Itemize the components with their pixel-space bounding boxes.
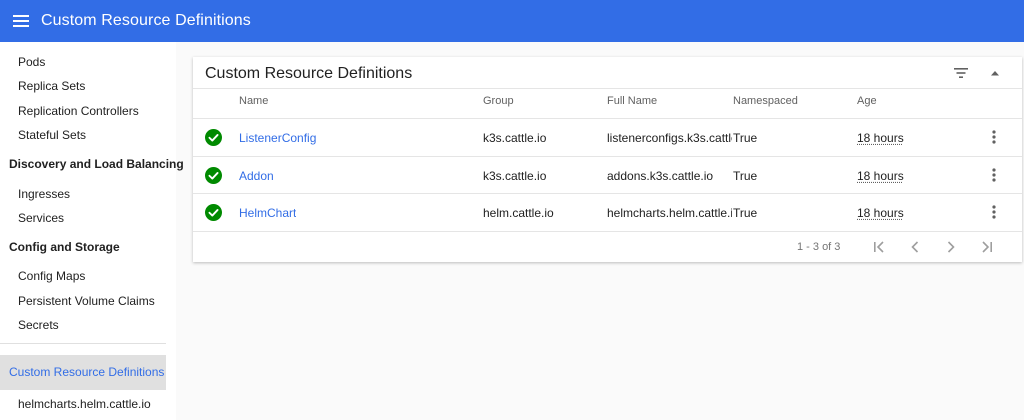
column-header-age[interactable]: Age — [857, 95, 877, 107]
row-menu-button[interactable] — [984, 201, 1004, 223]
card-title: Custom Resource Definitions — [205, 65, 413, 82]
crd-group: k3s.cattle.io — [483, 131, 547, 145]
crd-full-name: listenerconfigs.k3s.cattle.io — [607, 131, 732, 145]
crd-name-link[interactable]: Addon — [239, 169, 274, 183]
column-header-full-name: Full Name — [607, 95, 658, 107]
collapse-button[interactable] — [981, 61, 1009, 85]
row-menu-button[interactable] — [984, 164, 1004, 186]
sidebar-item-persistent-volume-claims[interactable]: Persistent Volume Claims — [18, 294, 155, 308]
next-page-button[interactable] — [939, 235, 963, 259]
column-header-namespaced: Namespaced — [733, 95, 798, 107]
pagination-range: 1 - 3 of 3 — [797, 241, 841, 253]
sidebar-item-services[interactable]: Services — [18, 211, 64, 225]
sidebar-heading-discovery[interactable]: Discovery and Load Balancing — [9, 157, 184, 171]
sidebar-item-config-maps[interactable]: Config Maps — [18, 269, 85, 283]
crd-namespaced: True — [733, 169, 758, 183]
crd-age: 18 hours — [857, 206, 904, 220]
chevron-left-icon — [911, 241, 919, 253]
last-page-button[interactable] — [975, 235, 999, 259]
filter-icon — [954, 68, 968, 78]
crd-age: 18 hours — [857, 169, 904, 183]
menu-button[interactable] — [4, 0, 38, 42]
first-page-icon — [874, 241, 884, 253]
first-page-button[interactable] — [867, 235, 891, 259]
sidebar-item-replica-sets[interactable]: Replica Sets — [18, 79, 85, 93]
previous-page-button[interactable] — [903, 235, 927, 259]
check-circle-icon — [205, 204, 222, 221]
crd-full-name: addons.k3s.cattle.io — [607, 169, 714, 183]
table-row: Addon k3s.cattle.io addons.k3s.cattle.io… — [193, 157, 1022, 194]
filter-button[interactable] — [947, 61, 975, 85]
more-vert-icon — [992, 205, 996, 219]
row-divider — [193, 231, 1022, 232]
check-circle-icon — [205, 167, 222, 184]
column-header-group: Group — [483, 95, 514, 107]
crd-namespaced: True — [733, 206, 758, 220]
header-divider-top — [193, 88, 1022, 89]
table-row: HelmChart helm.cattle.io helmcharts.helm… — [193, 194, 1022, 231]
crd-group: helm.cattle.io — [483, 206, 554, 220]
chevron-right-icon — [947, 241, 955, 253]
crd-namespaced: True — [733, 131, 758, 145]
more-vert-icon — [992, 130, 996, 144]
sidebar-item-pods[interactable]: Pods — [18, 55, 45, 69]
column-header-name[interactable]: Name — [239, 95, 268, 107]
row-menu-button[interactable] — [984, 126, 1004, 148]
sidebar-nav: Pods Replica Sets Replication Controller… — [0, 42, 184, 420]
sidebar-item-helmcharts[interactable]: helmcharts.helm.cattle.io — [18, 397, 151, 411]
sidebar-divider — [0, 343, 166, 344]
top-app-bar: Custom Resource Definitions — [0, 0, 1024, 42]
check-circle-icon — [205, 129, 222, 146]
menu-icon — [13, 15, 29, 27]
last-page-icon — [982, 241, 992, 253]
crd-full-name: helmcharts.helm.cattle.io — [607, 206, 732, 220]
crd-group: k3s.cattle.io — [483, 169, 547, 183]
arrow-up-icon — [991, 71, 999, 76]
table-row: ListenerConfig k3s.cattle.io listenercon… — [193, 119, 1022, 156]
sidebar-item-stateful-sets[interactable]: Stateful Sets — [18, 128, 86, 142]
crd-name-link[interactable]: HelmChart — [239, 206, 296, 220]
sidebar-item-replication-controllers[interactable]: Replication Controllers — [18, 104, 139, 118]
sidebar-item-secrets[interactable]: Secrets — [18, 318, 59, 332]
more-vert-icon — [992, 168, 996, 182]
sidebar-item-custom-resource-definitions[interactable]: Custom Resource Definitions — [0, 355, 166, 390]
crd-name-link[interactable]: ListenerConfig — [239, 131, 316, 145]
crd-list-card: Custom Resource Definitions Name Group F… — [193, 57, 1022, 262]
page-title: Custom Resource Definitions — [41, 12, 251, 29]
sidebar-item-ingresses[interactable]: Ingresses — [18, 187, 70, 201]
sidebar-heading-config[interactable]: Config and Storage — [9, 240, 120, 254]
crd-age: 18 hours — [857, 131, 904, 145]
